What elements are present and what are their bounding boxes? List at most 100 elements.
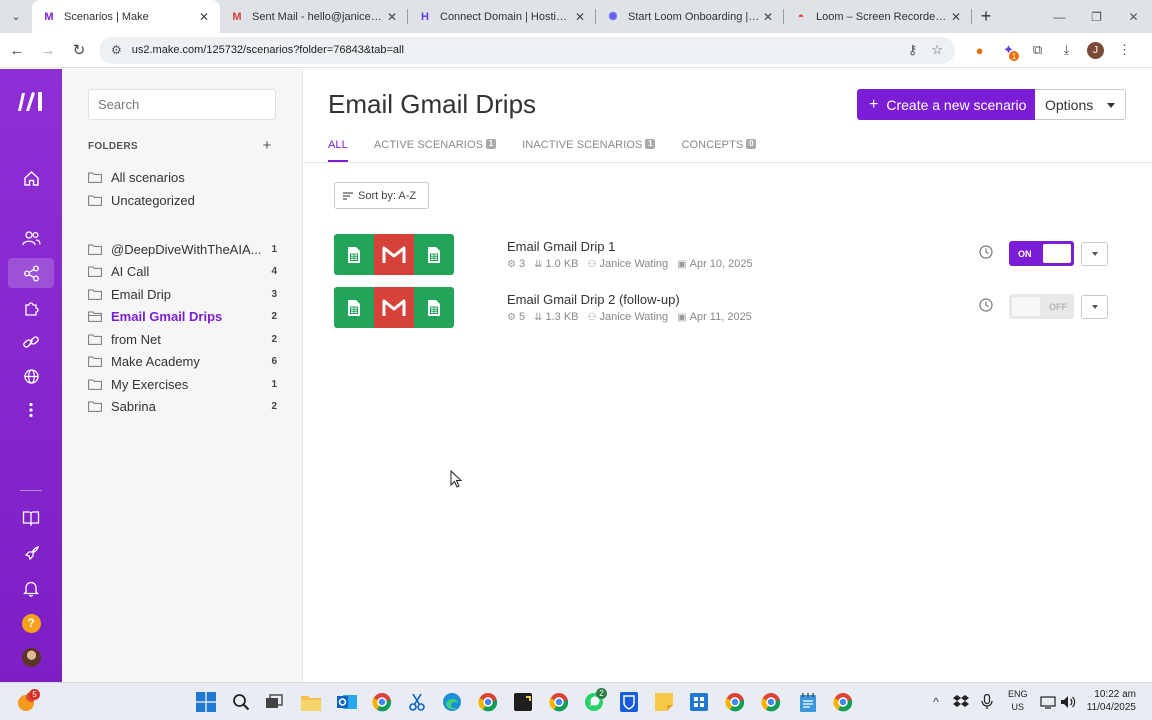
chrome-profile2-icon[interactable] [832,691,854,713]
rail-divider [20,490,42,491]
home-icon[interactable] [8,163,54,193]
folder-uncategorized[interactable]: Uncategorized [88,190,277,211]
new-tab-button[interactable]: + [972,0,1000,33]
add-folder-icon[interactable]: + [259,137,275,154]
volume-icon[interactable] [1057,691,1079,713]
profile-avatar[interactable]: J [1087,41,1104,59]
whatsapp-icon[interactable]: 2 [583,688,607,713]
file-explorer-icon[interactable] [300,691,322,713]
docs-book-icon[interactable] [8,503,54,533]
folder-item[interactable]: My Exercises 1 [88,374,277,395]
url-text[interactable]: us2.make.com/125732/scenarios?folder=768… [132,44,894,56]
scenario-menu-button[interactable] [1081,295,1108,319]
microphone-icon[interactable] [976,691,998,713]
notifications-bell-icon[interactable] [8,573,54,603]
sticky-notes-icon[interactable] [653,691,675,713]
folder-all-scenarios[interactable]: All scenarios [88,167,277,188]
chrome-app-icon[interactable] [548,691,570,713]
terminal-app-icon[interactable] [512,691,534,713]
chrome-icon[interactable] [477,691,499,713]
bitwarden-icon[interactable] [618,691,640,713]
templates-puzzle-icon[interactable] [8,293,54,323]
extensions-puzzle-icon[interactable]: ⧉ [1023,36,1052,64]
schedule-clock-icon[interactable] [979,298,993,312]
close-tab-icon[interactable]: ✕ [384,10,400,24]
edge-icon[interactable] [441,691,463,713]
notepad-icon[interactable] [797,691,819,713]
close-tab-icon[interactable]: ✕ [196,10,212,24]
rocket-icon[interactable] [8,538,54,568]
system-clock[interactable]: 10:22 am 11/04/2025 [1087,688,1136,714]
browser-tab-make[interactable]: M Scenarios | Make ✕ [32,0,220,33]
downloads-icon[interactable]: ⤓ [1052,36,1081,64]
scenario-name[interactable]: Email Gmail Drip 2 (follow-up) [507,292,680,307]
task-view-icon[interactable] [263,691,285,713]
bookmark-star-icon[interactable]: ☆ [931,42,943,58]
scenario-row[interactable]: Email Gmail Drip 1 ⚙ 3 ⇊ 1.0 KB ⚇ Janice Wa… [334,234,1124,276]
folder-item[interactable]: from Net 2 [88,329,277,350]
folder-item[interactable]: Sabrina 2 [88,396,277,417]
create-scenario-button[interactable]: + Create a new scenario [857,89,1035,120]
back-icon[interactable]: ← [3,36,31,64]
user-avatar[interactable] [8,642,54,672]
chrome-profile-icon[interactable] [371,691,393,713]
chrome-alt-icon[interactable] [724,691,746,713]
folder-item[interactable]: Make Academy 6 [88,351,277,372]
site-info-icon[interactable]: ⚙ [111,43,122,57]
tray-chevron-up-icon[interactable]: ^ [925,691,947,713]
team-icon[interactable] [8,223,54,253]
input-language[interactable]: ENG US [1008,688,1028,714]
tab-all[interactable]: ALL [328,137,348,163]
options-button[interactable]: Options [1035,89,1126,120]
more-vertical-icon[interactable] [8,395,54,425]
browser-tab-loom[interactable]: ✺ Start Loom Onboarding | Loom ✕ [596,0,784,33]
address-bar[interactable]: ⚙ us2.make.com/125732/scenarios?folder=7… [99,36,955,64]
forward-icon[interactable]: → [34,36,62,64]
taskbar-search-icon[interactable] [230,691,252,713]
scenario-row[interactable]: Email Gmail Drip 2 (follow-up) ⚙ 5 ⇊ 1.3 K… [334,287,1124,329]
search-input[interactable] [88,89,276,120]
close-tab-icon[interactable]: ✕ [760,10,776,24]
help-icon[interactable]: ? [8,608,54,638]
scenario-toggle-off[interactable]: OFF [1009,294,1074,319]
browser-tab-hostinger[interactable]: H Connect Domain | Hostinger ✕ [408,0,596,33]
folder-item[interactable]: AI Call 4 [88,261,277,282]
scenario-name[interactable]: Email Gmail Drip 1 [507,239,615,254]
webhooks-globe-icon[interactable] [8,361,54,391]
close-window-icon[interactable]: ✕ [1115,0,1152,33]
scenario-toggle-on[interactable]: ON [1009,241,1074,266]
sort-button[interactable]: Sort by: A-Z [334,182,429,209]
chrome-user-icon[interactable] [760,691,782,713]
dropbox-icon[interactable] [950,691,972,713]
browser-tab-loom-recorder[interactable]: ◓ Loom – Screen Recorder & Scr ✕ [784,0,972,33]
create-scenario-label: Create a new scenario [886,96,1027,113]
browser-tab-gmail[interactable]: M Sent Mail - hello@janicemw.co ✕ [220,0,408,33]
schedule-clock-icon[interactable] [979,245,993,259]
tab-inactive-scenarios[interactable]: INACTIVE SCENARIOS 1 [522,137,656,163]
reload-icon[interactable]: ↻ [65,36,93,64]
close-tab-icon[interactable]: ✕ [948,10,964,24]
folder-item[interactable]: Email Drip 3 [88,284,277,305]
store-app-icon[interactable] [688,691,710,713]
folder-item-active[interactable]: Email Gmail Drips 2 [88,306,277,327]
folder-item[interactable]: @DeepDiveWithTheAIA... 1 [88,239,277,260]
weather-widget-icon[interactable]: 5 [15,689,40,713]
extension-orange-icon[interactable]: ● [965,36,994,64]
browser-menu-icon[interactable]: ⋮ [1110,36,1139,64]
extension-purple-icon[interactable]: ✦ 1 [994,36,1023,64]
scenarios-share-icon[interactable] [8,258,54,288]
scenario-menu-button[interactable] [1081,242,1108,266]
close-tab-icon[interactable]: ✕ [572,10,588,24]
connections-link-icon[interactable] [8,327,54,357]
tab-concepts[interactable]: CONCEPTS 0 [681,137,757,163]
restore-icon[interactable]: ❐ [1078,0,1115,33]
outlook-icon[interactable] [336,691,358,713]
tab-active-scenarios[interactable]: ACTIVE SCENARIOS 1 [374,137,497,163]
minimize-icon[interactable]: — [1041,0,1078,33]
tab-search-icon[interactable]: ⌄ [0,0,32,33]
windows-start-icon[interactable] [195,691,217,713]
network-icon[interactable] [1037,691,1059,713]
snipping-tool-icon[interactable] [406,691,428,713]
make-logo[interactable] [16,89,46,113]
password-key-icon[interactable]: ⚷ [908,42,918,58]
